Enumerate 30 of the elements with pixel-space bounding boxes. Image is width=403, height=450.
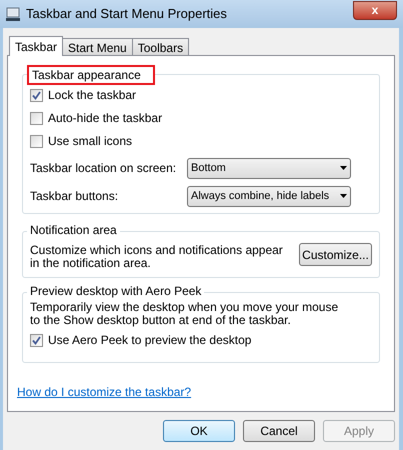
group-title: Taskbar appearance — [27, 65, 155, 85]
dropdown-arrow-icon — [340, 194, 347, 198]
checkbox[interactable] — [30, 112, 43, 124]
dropdown[interactable]: Bottom — [187, 158, 351, 178]
checkmark-icon — [32, 90, 41, 100]
dropdown-arrow-icon — [340, 166, 347, 170]
dialog-button[interactable]: OK — [163, 420, 235, 442]
checkbox-label: Use Aero Peek to preview the desktop — [48, 332, 252, 349]
checkbox-label: Use small icons — [48, 133, 132, 150]
checkbox-label: Lock the taskbar — [48, 87, 136, 104]
tab[interactable]: Taskbar — [9, 36, 64, 56]
window-title: Taskbar and Start Menu Properties — [26, 5, 228, 24]
window-icon — [6, 7, 20, 21]
tab[interactable]: Start Menu — [62, 38, 133, 55]
tab[interactable]: Toolbars — [132, 38, 190, 55]
group-title: Preview desktop with Aero Peek — [27, 283, 204, 299]
checkbox[interactable] — [30, 134, 43, 148]
checkbox-label: Auto-hide the taskbar — [48, 110, 162, 127]
dropdown[interactable]: Always combine, hide labels — [187, 186, 351, 206]
checkbox[interactable] — [30, 334, 43, 346]
dropdown-label: Taskbar location on screen: — [30, 160, 178, 177]
dropdown-label: Taskbar buttons: — [30, 188, 120, 205]
dialog-button[interactable]: Cancel — [243, 420, 315, 442]
customize-button[interactable]: Customize... — [299, 243, 372, 266]
close-button[interactable]: x — [353, 0, 397, 20]
notification-description: Customize which icons and notifications appear in the notification area. — [30, 244, 284, 270]
checkbox[interactable] — [30, 88, 43, 102]
help-link[interactable]: How do I customize the taskbar? — [17, 383, 192, 401]
aero-peek-description: Temporarily view the desktop when you move your mouse to the Show desktop button at end of the taskbar. — [30, 301, 340, 327]
checkmark-icon — [32, 336, 41, 344]
